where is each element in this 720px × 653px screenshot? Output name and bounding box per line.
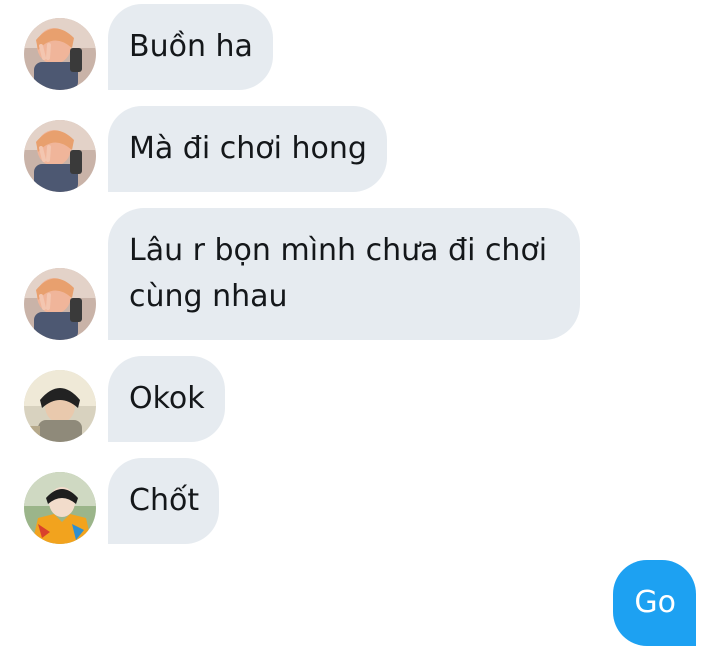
user-avatar-colorful-shirt-icon[interactable] bbox=[24, 472, 96, 544]
message-row: Mà đi chơi hong bbox=[0, 106, 720, 192]
message-bubble: Mà đi chơi hong bbox=[108, 106, 387, 192]
user-avatar-peace-sign-icon[interactable] bbox=[24, 268, 96, 340]
message-bubble: Buồn ha bbox=[108, 4, 273, 90]
message-row: Buồn ha bbox=[0, 4, 720, 90]
chat-thread: Buồn ha Mà đi chơi hong Lâu r bọn mình c… bbox=[0, 0, 720, 653]
user-avatar-peace-sign-icon[interactable] bbox=[24, 18, 96, 90]
message-row: Okok bbox=[0, 356, 720, 442]
message-row-outgoing: Go bbox=[0, 560, 720, 646]
user-avatar-peace-sign-icon[interactable] bbox=[24, 120, 96, 192]
outgoing-message-bubble: Go bbox=[613, 560, 696, 646]
message-row: Lâu r bọn mình chưa đi chơi cùng nhau bbox=[0, 208, 720, 340]
message-bubble: Chốt bbox=[108, 458, 220, 544]
message-bubble: Lâu r bọn mình chưa đi chơi cùng nhau bbox=[108, 208, 580, 340]
message-row: Chốt bbox=[0, 458, 720, 544]
user-avatar-dark-hair-icon[interactable] bbox=[24, 370, 96, 442]
message-bubble: Okok bbox=[108, 356, 225, 442]
